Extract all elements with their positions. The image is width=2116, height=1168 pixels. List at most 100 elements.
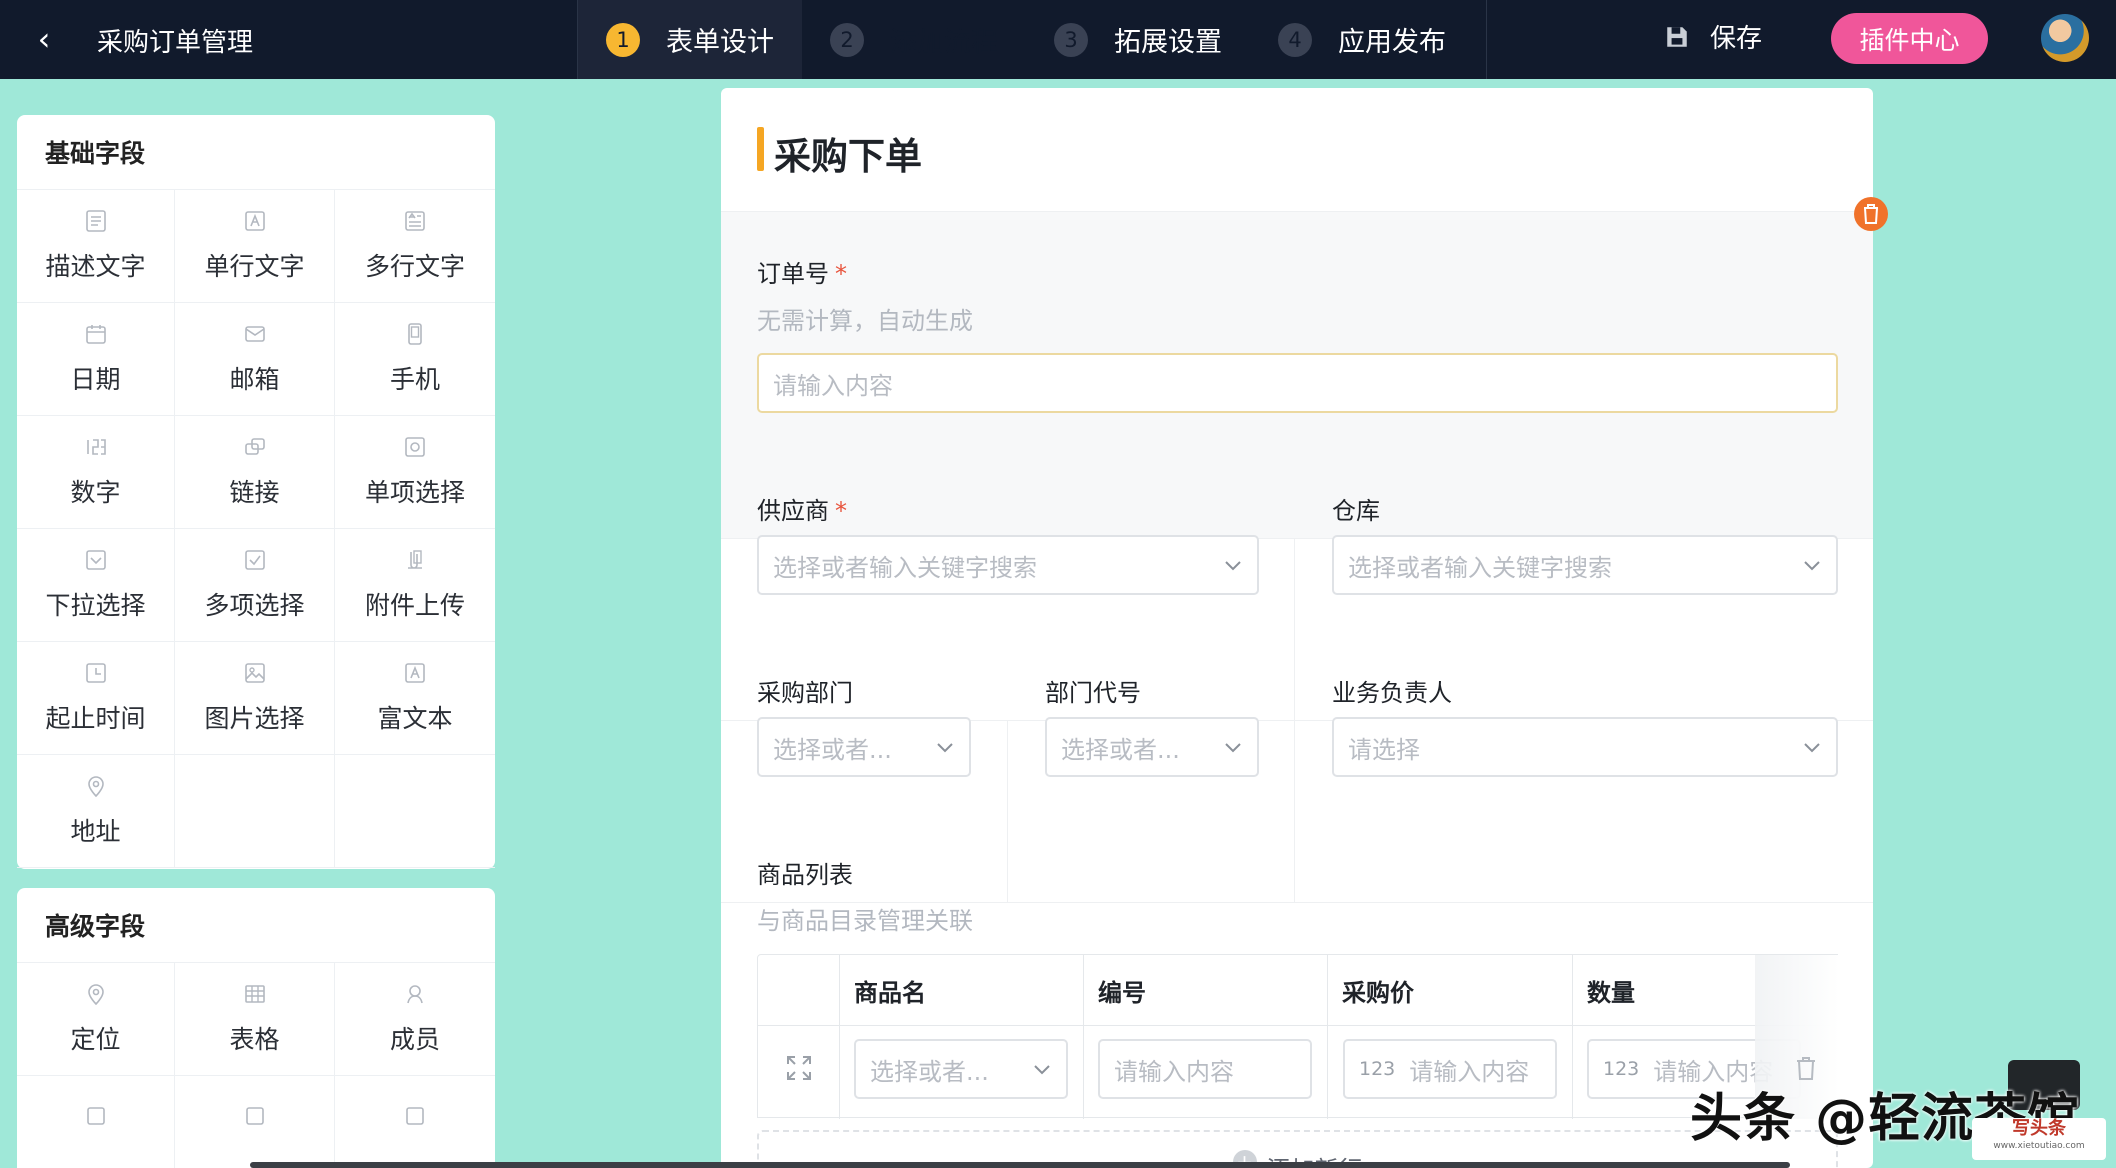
field-type-clock[interactable]: 起止时间: [17, 642, 175, 755]
save-label: 保存: [1710, 24, 1763, 54]
field-type-multi-line-text[interactable]: 多行文字: [335, 190, 495, 303]
step-number: 4: [1278, 22, 1312, 57]
advanced-fields-grid: 定位 表格 成员: [17, 963, 495, 1168]
table-icon: [244, 985, 265, 1003]
step-publish[interactable]: 4 应用发布: [1250, 0, 1474, 79]
horizontal-scrollbar[interactable]: [250, 1162, 1790, 1168]
chevron-down-icon: [1034, 1065, 1050, 1075]
field-type-mail[interactable]: 邮箱: [175, 303, 335, 416]
row-divider: [758, 1025, 1839, 1026]
basic-fields-title: 基础字段: [17, 115, 495, 190]
field-type-number[interactable]: 数字: [17, 416, 175, 529]
ocr-icon: [406, 1107, 424, 1125]
plugin-center-button[interactable]: 插件中心: [1831, 13, 1988, 64]
field-type-calendar[interactable]: 日期: [17, 303, 175, 416]
description-icon: [85, 210, 106, 232]
step-label: 拓展设置: [1114, 27, 1222, 58]
checkbox-icon: [244, 550, 265, 570]
column-header: 数量: [1587, 978, 1635, 1007]
watermark-badge-text: 写头条: [2012, 1118, 2066, 1139]
field-type-single-line-text[interactable]: 单行文字: [175, 190, 335, 303]
step-label: 应用发布: [1338, 27, 1446, 58]
step-label: 表单设计: [666, 27, 774, 58]
step-extension-settings[interactable]: 3 拓展设置: [1026, 0, 1250, 79]
field-type-partial[interactable]: [335, 1076, 495, 1168]
field-type-partial[interactable]: [17, 1076, 175, 1168]
number-prefix-icon: 123: [1359, 1058, 1396, 1080]
radio-icon: [405, 437, 425, 457]
location-pin-icon: [87, 984, 104, 1006]
field-type-label: 多项选择: [204, 591, 305, 620]
field-type-description[interactable]: 描述文字: [17, 190, 175, 303]
field-type-member[interactable]: 成员: [335, 963, 495, 1076]
phone-icon: [408, 323, 422, 345]
field-type-label: 链接: [229, 478, 280, 507]
purchase-price-input[interactable]: 123 请输入内容: [1343, 1039, 1557, 1099]
column-header: 采购价: [1342, 978, 1414, 1007]
basic-fields-grid: 描述文字 单行文字 多行文字日期 邮箱 手机数字 链接 单项选择下拉选择 多项选择 附件上传起止…: [17, 190, 495, 868]
field-type-label: 下拉选择: [45, 591, 146, 620]
watermark-badge: 写头条 www.xietoutiao.com: [1972, 1118, 2106, 1160]
field-type-image[interactable]: 图片选择: [175, 642, 335, 755]
product-name-placeholder: 选择或者...: [870, 1057, 989, 1086]
basic-fields-panel: 基础字段 描述文字 单行文字 多行文字日期 邮箱 手机数字 链接 单项选择下拉选择 多项选择 附…: [17, 115, 495, 869]
search-icon: [245, 1107, 264, 1125]
product-name-select[interactable]: 选择或者...: [854, 1039, 1068, 1099]
watermark-badge-url: www.xietoutiao.com: [1993, 1141, 2085, 1151]
back-button[interactable]: ‹: [24, 20, 64, 60]
field-type-partial[interactable]: [175, 1076, 335, 1168]
field-type-table[interactable]: 表格: [175, 963, 335, 1076]
step-add-process[interactable]: 2 添加流程: [802, 0, 1026, 79]
field-type-label: 多行文字: [364, 252, 465, 281]
clock-icon: [85, 663, 106, 683]
column-header: 编号: [1098, 978, 1146, 1007]
avatar[interactable]: [2041, 14, 2089, 62]
field-type-label: 数字: [70, 478, 121, 507]
field-type-link[interactable]: 链接: [175, 416, 335, 529]
delete-field-button[interactable]: [1854, 197, 1888, 231]
save-button[interactable]: 保存: [1664, 18, 1762, 55]
field-type-label: 日期: [70, 365, 121, 394]
product-code-input[interactable]: 请输入内容: [1098, 1039, 1312, 1099]
product-table: 商品名 编号 采购价 数量 选择或者... 请输入内容 123 请输入内容 12…: [757, 954, 1839, 1119]
step-number: 1: [606, 22, 640, 57]
field-type-label: 地址: [70, 817, 121, 846]
field-type-label: 成员: [389, 1025, 440, 1054]
floppy-disk-icon: [1667, 26, 1687, 47]
purchase-price-placeholder: 请输入内容: [1409, 1057, 1530, 1086]
app-title: 采购订单管理: [97, 28, 254, 58]
field-type-label: 单行文字: [204, 252, 305, 281]
advanced-fields-title: 高级字段: [17, 888, 495, 963]
field-type-phone[interactable]: 手机: [335, 303, 495, 416]
step-form-design[interactable]: 1 表单设计: [578, 0, 802, 79]
field-type-label: 富文本: [377, 704, 453, 733]
empty-cell: [335, 755, 495, 868]
rich-text-icon: [405, 663, 425, 683]
field-type-label: 表格: [229, 1025, 280, 1054]
field-type-label: 图片选择: [204, 704, 305, 733]
calendar-icon: [85, 325, 106, 344]
step-label: 添加流程: [890, 27, 998, 58]
step-navigation: 1 表单设计 2 添加流程 3 拓展设置 4 应用发布: [577, 0, 1487, 79]
member-icon: [407, 985, 423, 1004]
field-type-radio[interactable]: 单项选择: [335, 416, 495, 529]
field-type-label: 描述文字: [45, 252, 146, 281]
field-type-label: 起止时间: [45, 704, 146, 733]
field-type-rich-text[interactable]: 富文本: [335, 642, 495, 755]
field-type-checkbox[interactable]: 多项选择: [175, 529, 335, 642]
step-number: 2: [830, 22, 864, 57]
expand-icon[interactable]: [786, 1055, 812, 1081]
advanced-fields-panel: 高级字段 定位 表格 成员: [17, 888, 495, 1168]
field-type-dropdown[interactable]: 下拉选择: [17, 529, 175, 642]
field-type-label: 邮箱: [229, 365, 280, 394]
single-line-text-icon: [244, 211, 265, 231]
field-type-label: 附件上传: [364, 591, 465, 620]
top-bar: ‹ 采购订单管理 1 表单设计 2 添加流程 3 拓展设置 4 应用发布 保存 …: [0, 0, 2116, 79]
step-number: 3: [1054, 22, 1088, 57]
dropdown-icon: [85, 550, 106, 570]
field-type-location-pin[interactable]: 地址: [17, 755, 175, 868]
field-type-location-pin[interactable]: 定位: [17, 963, 175, 1076]
attachment-icon: [408, 550, 422, 569]
trash-icon: [1864, 204, 1878, 224]
field-type-attachment[interactable]: 附件上传: [335, 529, 495, 642]
